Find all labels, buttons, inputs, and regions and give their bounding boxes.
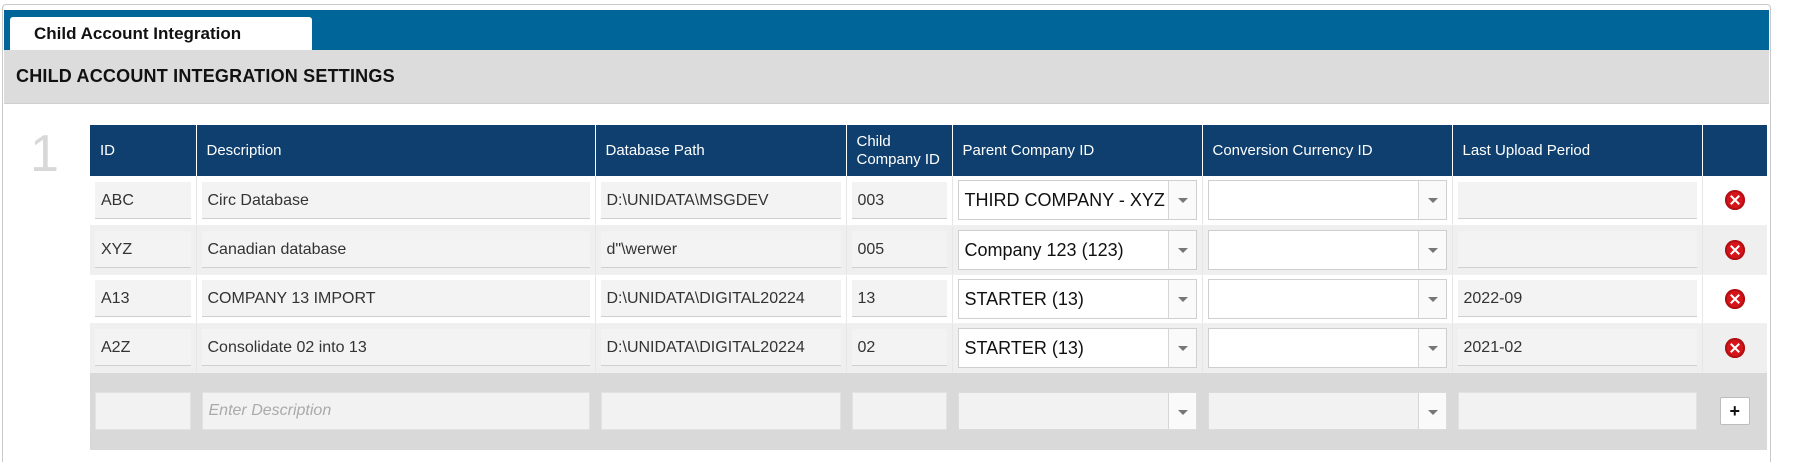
table-row: A2Z Consolidate 02 into 13 D:\UNIDATA\DI… bbox=[90, 323, 1767, 373]
description-field[interactable]: Circ Database bbox=[201, 181, 590, 219]
chevron-down-icon[interactable] bbox=[1167, 181, 1196, 220]
id-field[interactable]: A13 bbox=[95, 280, 191, 317]
chevron-down-icon[interactable] bbox=[1167, 279, 1196, 318]
tab-child-account-integration-settings[interactable]: Child Account Integration Settings bbox=[10, 17, 312, 77]
conversion-currency-select[interactable] bbox=[1207, 278, 1447, 319]
conversion-currency-select[interactable] bbox=[1207, 180, 1447, 221]
last-upload-period-field[interactable] bbox=[1457, 231, 1697, 268]
column-header-database-path[interactable]: Database Path bbox=[595, 125, 847, 176]
column-header-parent-company-id[interactable]: Parent Company ID bbox=[952, 125, 1203, 176]
parent-company-select[interactable]: THIRD COMPANY - XYZ bbox=[957, 180, 1197, 221]
parent-company-value: Company 123 (123) bbox=[964, 239, 1124, 260]
description-field[interactable]: Canadian database bbox=[201, 231, 590, 268]
new-last-upload-period-input[interactable] bbox=[1457, 392, 1697, 431]
parent-company-select[interactable]: STARTER (13) bbox=[957, 278, 1197, 319]
chevron-down-icon[interactable] bbox=[1417, 328, 1446, 367]
new-database-path-input[interactable] bbox=[600, 392, 841, 431]
table-row: ABC Circ Database D:\UNIDATA\MSGDEV 003 … bbox=[90, 176, 1767, 226]
id-field[interactable]: XYZ bbox=[95, 231, 191, 268]
chevron-down-icon[interactable] bbox=[1417, 393, 1446, 430]
column-header-child-company-id[interactable]: Child Company ID bbox=[846, 125, 953, 176]
table-row: XYZ Canadian database d"\werwer 005 Comp… bbox=[90, 225, 1767, 275]
description-field[interactable]: COMPANY 13 IMPORT bbox=[201, 280, 590, 317]
column-header-actions bbox=[1702, 125, 1767, 176]
parent-company-select[interactable]: STARTER (13) bbox=[957, 327, 1197, 368]
chevron-down-icon[interactable] bbox=[1167, 393, 1196, 430]
parent-company-value: STARTER (13) bbox=[964, 288, 1084, 309]
chevron-down-icon[interactable] bbox=[1167, 230, 1196, 269]
chevron-down-icon[interactable] bbox=[1417, 230, 1446, 269]
new-description-input[interactable] bbox=[201, 392, 590, 431]
row-number: 1 bbox=[30, 125, 59, 183]
chevron-down-icon[interactable] bbox=[1417, 279, 1446, 318]
child-company-id-field[interactable]: 003 bbox=[851, 181, 947, 219]
delete-circle-x-icon[interactable] bbox=[1724, 190, 1745, 211]
child-company-id-field[interactable]: 13 bbox=[851, 280, 947, 317]
child-company-id-field[interactable]: 02 bbox=[851, 329, 947, 366]
parent-company-select[interactable]: Company 123 (123) bbox=[957, 229, 1197, 270]
parent-company-value: THIRD COMPANY - XYZ bbox=[964, 190, 1165, 211]
chevron-down-icon[interactable] bbox=[1167, 328, 1196, 367]
column-header-conversion-currency-id[interactable]: Conversion Currency ID bbox=[1202, 125, 1453, 176]
parent-company-value: STARTER (13) bbox=[964, 337, 1084, 358]
new-conversion-currency-select[interactable] bbox=[1207, 392, 1447, 431]
column-header-description[interactable]: Description bbox=[196, 125, 596, 176]
section-header: CHILD ACCOUNT INTEGRATION SETTINGS bbox=[4, 50, 1769, 104]
id-field[interactable]: A2Z bbox=[95, 329, 191, 366]
section-title: CHILD ACCOUNT INTEGRATION SETTINGS bbox=[16, 66, 395, 86]
delete-circle-x-icon[interactable] bbox=[1724, 239, 1745, 260]
chevron-down-icon[interactable] bbox=[1417, 181, 1446, 220]
database-path-field[interactable]: d"\werwer bbox=[600, 231, 841, 268]
new-id-input[interactable] bbox=[95, 392, 191, 431]
table-header-row: ID Description Database Path Child Compa… bbox=[90, 125, 1767, 176]
conversion-currency-select[interactable] bbox=[1207, 229, 1447, 270]
database-path-field[interactable]: D:\UNIDATA\MSGDEV bbox=[600, 181, 841, 219]
database-path-field[interactable]: D:\UNIDATA\DIGITAL20224 bbox=[600, 329, 841, 366]
last-upload-period-field[interactable]: 2022-09 bbox=[1457, 280, 1697, 317]
add-row-button[interactable]: + bbox=[1719, 397, 1750, 426]
last-upload-period-field[interactable]: 2021-02 bbox=[1457, 329, 1697, 366]
table-row: A13 COMPANY 13 IMPORT D:\UNIDATA\DIGITAL… bbox=[90, 274, 1767, 324]
last-upload-period-field[interactable] bbox=[1457, 181, 1697, 219]
delete-circle-x-icon[interactable] bbox=[1724, 288, 1745, 309]
database-path-field[interactable]: D:\UNIDATA\DIGITAL20224 bbox=[600, 280, 841, 317]
new-row: + bbox=[90, 372, 1767, 450]
settings-table: ID Description Database Path Child Compa… bbox=[90, 125, 1767, 450]
column-header-last-upload-period[interactable]: Last Upload Period bbox=[1452, 125, 1703, 176]
new-child-company-id-input[interactable] bbox=[851, 392, 947, 431]
id-field[interactable]: ABC bbox=[95, 181, 191, 219]
child-company-id-field[interactable]: 005 bbox=[851, 231, 947, 268]
description-field[interactable]: Consolidate 02 into 13 bbox=[201, 329, 590, 366]
tab-bar: Child Account Integration Settings bbox=[4, 10, 1769, 77]
new-parent-company-select[interactable] bbox=[957, 392, 1197, 431]
delete-circle-x-icon[interactable] bbox=[1724, 337, 1745, 358]
column-header-id[interactable]: ID bbox=[90, 125, 197, 176]
conversion-currency-select[interactable] bbox=[1207, 327, 1447, 368]
